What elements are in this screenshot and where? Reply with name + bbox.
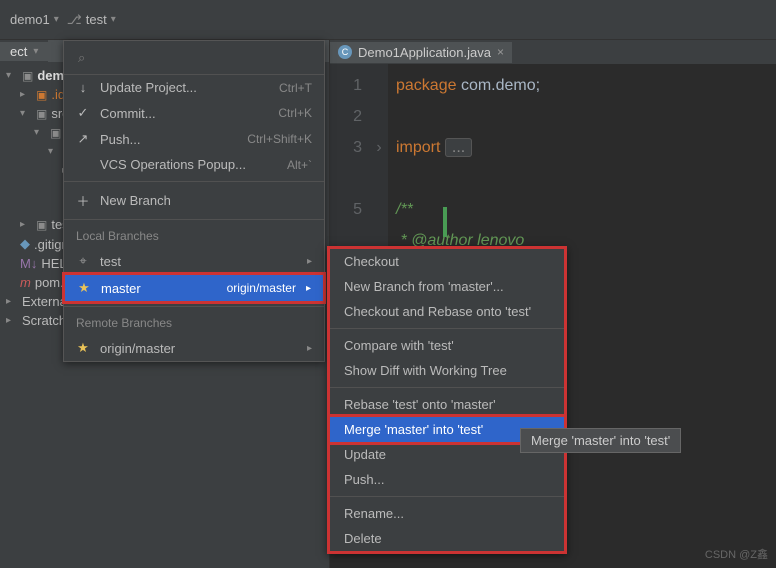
chevron-right-icon: ▸	[307, 256, 312, 267]
local-branches-header: Local Branches	[64, 224, 324, 248]
branch-origin-master[interactable]: ★ origin/master ▸	[64, 335, 324, 361]
submenu-new-branch[interactable]: New Branch from 'master'...	[330, 274, 564, 299]
submenu-rename[interactable]: Rename...	[330, 501, 564, 526]
menu-push[interactable]: ↗ Push... Ctrl+Shift+K	[64, 126, 324, 152]
chevron-down-icon: ▾	[33, 46, 38, 57]
chevron-right-icon: ▸	[306, 283, 311, 294]
menu-new-branch[interactable]: ＋ New Branch	[64, 186, 324, 215]
folder-icon: ▣	[22, 69, 33, 83]
commit-icon: ✓	[76, 105, 90, 121]
project-tab[interactable]: ect ▾	[0, 42, 48, 61]
menu-update-project[interactable]: ↓ Update Project... Ctrl+T	[64, 75, 324, 100]
vcs-popup: ⌕ ↓ Update Project... Ctrl+T ✓ Commit...…	[63, 40, 325, 362]
vcs-change-marker	[443, 207, 447, 237]
branch-icon: ⎇	[67, 12, 82, 28]
menu-commit[interactable]: ✓ Commit... Ctrl+K	[64, 100, 324, 126]
tag-icon: ⌖	[76, 253, 90, 269]
submenu-checkout-rebase[interactable]: Checkout and Rebase onto 'test'	[330, 299, 564, 324]
submenu-checkout[interactable]: Checkout	[330, 249, 564, 274]
plus-icon: ＋	[76, 191, 90, 210]
folder-icon: ▣	[50, 126, 61, 140]
branch-submenu: Checkout New Branch from 'master'... Che…	[327, 246, 567, 554]
chevron-right-icon: ▸	[307, 343, 312, 354]
folder-icon: ▣	[36, 218, 47, 232]
branch-name: test	[86, 12, 107, 27]
submenu-compare[interactable]: Compare with 'test'	[330, 333, 564, 358]
close-icon[interactable]: ×	[497, 45, 504, 59]
update-icon: ↓	[76, 80, 90, 95]
remote-branches-header: Remote Branches	[64, 311, 324, 335]
java-class-icon: C	[338, 45, 352, 59]
submenu-show-diff[interactable]: Show Diff with Working Tree	[330, 358, 564, 383]
tooltip: Merge 'master' into 'test'	[520, 428, 681, 453]
folder-icon: ▣	[36, 107, 47, 121]
project-name: demo1	[10, 12, 50, 27]
folder-icon: ▣	[36, 88, 47, 102]
menu-vcs-ops[interactable]: VCS Operations Popup... Alt+`	[64, 152, 324, 177]
star-icon: ★	[76, 340, 90, 356]
chevron-down-icon: ▾	[54, 14, 59, 25]
push-icon: ↗	[76, 131, 90, 147]
submenu-delete[interactable]: Delete	[330, 526, 564, 551]
search-input[interactable]: ⌕	[64, 41, 324, 75]
branch-test[interactable]: ⌖ test ▸	[64, 248, 324, 274]
chevron-down-icon: ▾	[111, 14, 116, 25]
editor-tab[interactable]: C Demo1Application.java ×	[330, 42, 512, 63]
search-icon: ⌕	[78, 50, 85, 66]
file-icon: ◆	[20, 236, 30, 252]
submenu-push[interactable]: Push...	[330, 467, 564, 492]
watermark: CSDN @Z鑫	[705, 546, 768, 562]
branch-master[interactable]: ★ master origin/master ▸	[62, 272, 326, 304]
star-icon: ★	[77, 280, 91, 296]
project-dropdown[interactable]: demo1 ▾	[10, 12, 59, 27]
file-icon: M↓	[20, 256, 37, 271]
branch-dropdown[interactable]: ⎇ test ▾	[67, 12, 116, 28]
file-icon: m	[20, 275, 31, 290]
